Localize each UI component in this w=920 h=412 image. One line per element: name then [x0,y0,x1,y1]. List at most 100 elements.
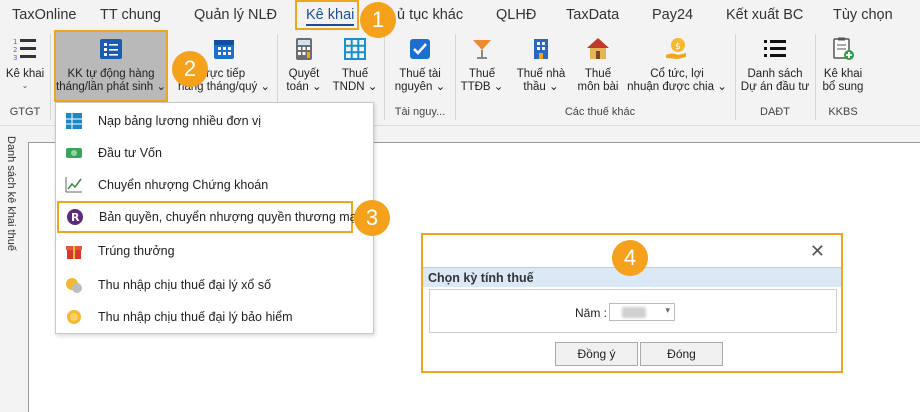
coin-hand-icon: $ [666,38,686,59]
dropdown-item-label: Thu nhập chịu thuế đại lý bảo hiểm [98,310,293,324]
dropdown-item-bao-hiem[interactable]: Thu nhập chịu thuế đại lý bảo hiểm [56,301,373,333]
ke-khai-caret: ⌄ [21,81,29,90]
year-select[interactable]: ▾ [609,303,675,321]
menu-tt-chung[interactable]: TT chung [100,0,161,30]
quyet-toan-label-1: Quyết [288,68,320,80]
year-label: Năm : [575,306,608,320]
lottery-coin-icon [66,278,82,293]
dialog-form-box: Năm : ▾ [429,289,837,333]
svg-text:$: $ [675,42,681,52]
money-icon [66,148,82,158]
thue-mon-bai-label-2: môn bài [577,81,619,93]
registered-icon: R [67,209,83,225]
thue-nha-thau-button[interactable]: Thuế nhà thầu ⌄ [512,32,570,110]
menu-taxonline[interactable]: TaxOnline [12,0,76,30]
svg-text:3: 3 [13,54,17,62]
group-kkbs: KKBS [828,106,858,118]
kk-tu-dong-label-1: KK tự động hàng [67,68,155,80]
kk-tu-dong-dropdown: Nạp bảng lương nhiều đơn vị Đầu tư Vốn C… [55,102,374,334]
group-tai-nguyen: Tài nguy... [394,106,446,118]
dropdown-item-ban-quyen[interactable]: R Bản quyền, chuyển nhượng quyền thương … [57,201,359,233]
quyet-toan-button[interactable]: Quyết toán ⌄ [282,32,326,110]
menu-taxdata[interactable]: TaxData [566,0,619,30]
dropdown-item-trung-thuong[interactable]: Trúng thưởng [56,235,373,267]
thue-tndn-label-1: Thuế [341,68,369,80]
callout-badge-3: 3 [354,200,390,236]
dropdown-item-chung-khoan[interactable]: Chuyển nhượng Chứng khoán [56,169,373,201]
menu-quan-ly-nld[interactable]: Quản lý NLĐ [194,0,277,30]
highlight-ke-khai [295,0,359,30]
co-tuc-label-2: nhuận được chia ⌄ [627,81,727,93]
kk-tu-dong-button[interactable]: KK tự động hàng tháng/lần phát sinh ⌄ [54,30,168,102]
sidebar-tab-label: Danh sách kê khai thuế [5,136,17,251]
co-tuc-label-1: Cổ tức, lợi [650,68,704,80]
thue-tndn-label-2: TNDN ⌄ [332,81,378,93]
thue-tndn-button[interactable]: Thuế TNDN ⌄ [332,32,378,110]
dialog-title: Chọn kỳ tính thuế [428,271,534,285]
dropdown-item-label: Chuyển nhượng Chứng khoán [98,178,269,192]
thue-ttdb-button[interactable]: Thuế TTĐB ⌄ [460,32,504,110]
ke-khai-bo-sung-button[interactable]: Kê khai bổ sung [820,32,866,110]
ke-khai-bo-sung-label-1: Kê khai [823,68,863,80]
ke-khai-bo-sung-label-2: bổ sung [822,81,864,93]
dropdown-item-label: Đầu tư Vốn [98,146,162,160]
building-icon [534,39,548,59]
thue-mon-bai-label-1: Thuế [584,68,612,80]
ok-button[interactable]: Đồng ý [555,342,638,366]
thue-nha-thau-label-2: thầu ⌄ [523,81,559,93]
spreadsheet-icon [66,113,82,129]
auto-declare-icon [100,39,122,59]
menu-ket-xuat-bc[interactable]: Kết xuất BC [726,0,803,30]
group-gtgt: GTGT [9,106,41,118]
menu-tuy-chon[interactable]: Tùy chọn [833,0,893,30]
thue-ttdb-label-1: Thuế [468,68,496,80]
chevron-down-icon: ▾ [665,305,670,315]
thue-ttdb-label-2: TTĐB ⌄ [460,81,504,93]
year-select-value [622,307,646,318]
dropdown-item-label: Nạp bảng lương nhiều đơn vị [98,114,262,128]
thue-tai-nguyen-button[interactable]: Thuế tài nguyên ⌄ [390,32,450,110]
sidebar-tab[interactable]: Danh sách kê khai thuế [0,126,22,412]
thue-mon-bai-button[interactable]: Thuế môn bài [576,32,620,110]
dropdown-item-label: Trúng thưởng [98,244,175,258]
danh-sach-du-an-label-1: Danh sách [747,68,803,80]
calculator-icon [296,38,312,60]
callout-badge-2: 2 [172,51,208,87]
ke-khai-label: Kê khai [5,68,45,80]
list-numbered-icon: 1 2 3 [13,38,36,62]
close-button[interactable]: Đóng [640,342,723,366]
bullet-list-icon [764,40,786,57]
menu-qlhd[interactable]: QLHĐ [496,0,536,30]
quyet-toan-label-2: toán ⌄ [286,81,322,93]
dropdown-item-label: Bản quyền, chuyển nhượng quyền thương mạ… [99,210,360,224]
thue-tai-nguyen-label-2: nguyên ⌄ [394,81,446,93]
cocktail-icon [473,40,491,59]
svg-text:1: 1 [13,38,17,46]
menu-thu-tuc-khac[interactable]: ủ tục khác [397,0,463,30]
thue-nha-thau-label-1: Thuế nhà [516,68,566,80]
checkbox-icon [410,39,430,59]
dropdown-item-xo-so[interactable]: Thu nhập chịu thuế đại lý xổ số [56,269,373,301]
danh-sach-du-an-label-2: Dự án đầu tư [740,81,810,93]
group-cac-thue-khac: Các thuế khác [564,106,636,118]
callout-badge-4: 4 [612,240,648,276]
kk-tu-dong-label-2: tháng/lần phát sinh ⌄ [56,81,167,93]
ke-khai-button[interactable]: 1 2 3 Kê khai ⌄ [2,32,48,110]
insurance-coin-icon [67,310,81,324]
close-icon[interactable]: ✕ [810,241,825,262]
calendar-icon [214,40,234,59]
group-daDT: DAĐT [760,106,790,118]
menu-pay24[interactable]: Pay24 [652,0,693,30]
grid-icon [344,38,366,60]
gift-icon [66,246,82,259]
svg-text:2: 2 [13,46,17,54]
dropdown-item-nap-bang-luong[interactable]: Nạp bảng lương nhiều đơn vị [56,105,373,137]
danh-sach-du-an-button[interactable]: Danh sách Dự án đầu tư [740,32,810,110]
dropdown-item-label: Thu nhập chịu thuế đại lý xổ số [98,278,272,292]
house-icon [587,38,609,59]
stock-chart-icon [65,177,82,193]
main-menu-bar: TaxOnline TT chung Quản lý NLĐ Kê khai ủ… [0,0,920,30]
dropdown-item-dau-tu-von[interactable]: Đầu tư Vốn [56,137,373,169]
co-tuc-button[interactable]: $ Cổ tức, lợi nhuận được chia ⌄ [626,32,728,110]
clipboard-add-icon [833,37,854,60]
